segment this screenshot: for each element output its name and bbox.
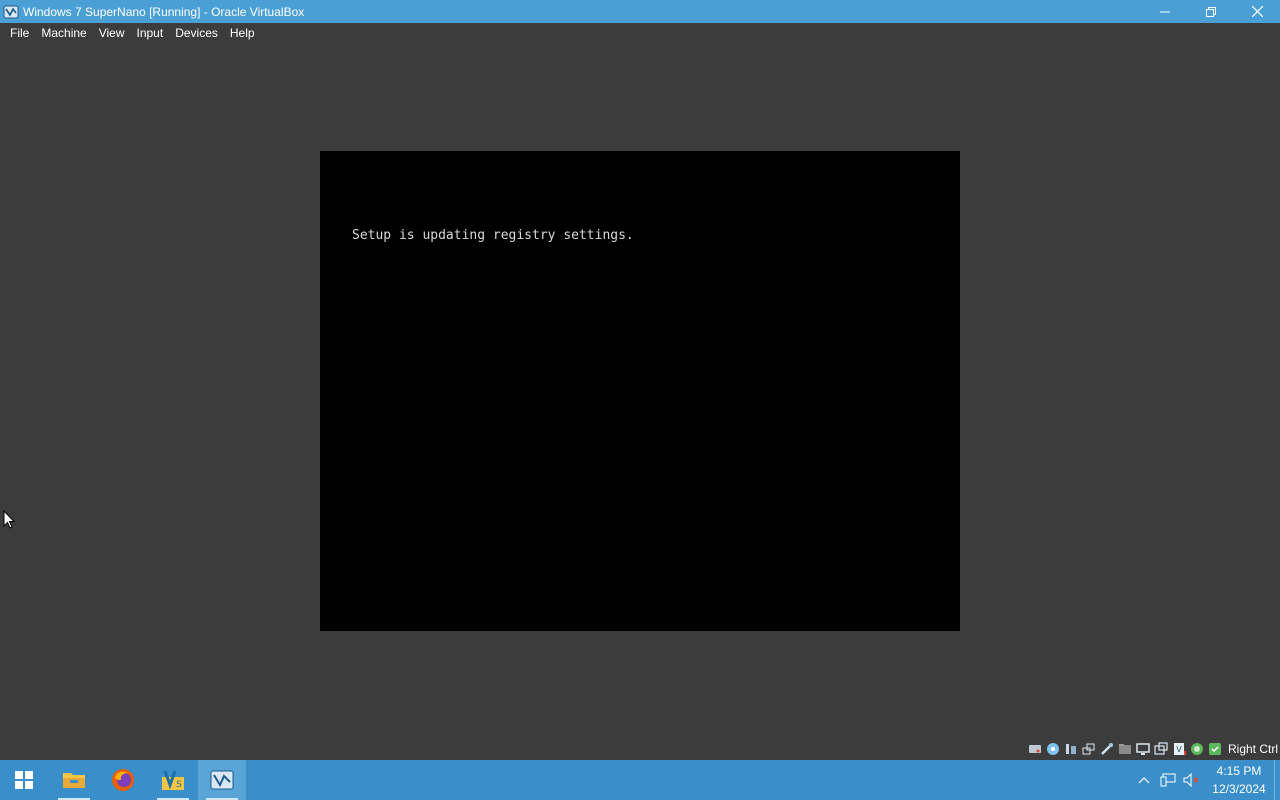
clock-date: 12/3/2024	[1212, 782, 1266, 796]
close-icon	[1251, 6, 1263, 17]
menu-machine[interactable]: Machine	[35, 23, 92, 44]
taskbar-file-explorer[interactable]	[50, 760, 98, 800]
start-button[interactable]	[0, 760, 48, 800]
setup-status-message: Setup is updating registry settings.	[352, 228, 634, 243]
video-capture-icon[interactable]	[1153, 741, 1169, 757]
virtualbox-icon	[3, 4, 19, 20]
menu-devices[interactable]: Devices	[169, 23, 224, 44]
optical-drive-icon[interactable]	[1045, 741, 1061, 757]
taskbar-visual-studio[interactable]: S	[149, 760, 197, 800]
menu-input[interactable]: Input	[131, 23, 170, 44]
hard-disk-icon[interactable]	[1027, 741, 1043, 757]
close-button[interactable]	[1234, 0, 1280, 23]
firefox-icon	[112, 769, 134, 791]
menu-view[interactable]: View	[93, 23, 131, 44]
taskbar: S 4:15 PM 12/3/2024	[0, 760, 1280, 800]
display-icon[interactable]	[1135, 741, 1151, 757]
host-key-label: Right Ctrl	[1227, 742, 1278, 756]
windows-logo-icon	[15, 771, 33, 789]
taskbar-clock[interactable]: 4:15 PM 12/3/2024	[1204, 762, 1274, 798]
show-hidden-icons-chevron[interactable]	[1132, 760, 1156, 800]
usb-icon[interactable]	[1099, 741, 1115, 757]
network-icon[interactable]	[1081, 741, 1097, 757]
menu-help[interactable]: Help	[224, 23, 261, 44]
shared-folders-icon[interactable]	[1117, 741, 1133, 757]
vm-status-bar: V Right Ctrl	[1026, 739, 1280, 759]
restore-icon	[1206, 6, 1216, 17]
svg-text:S: S	[176, 780, 182, 790]
folder-icon	[63, 773, 85, 788]
restore-button[interactable]	[1188, 0, 1234, 23]
window-title-bar[interactable]: Windows 7 SuperNano [Running] - Oracle V…	[0, 0, 1280, 23]
keyboard-icon[interactable]	[1207, 741, 1223, 757]
mouse-integration-icon[interactable]	[1189, 741, 1205, 757]
window-title: Windows 7 SuperNano [Running] - Oracle V…	[23, 4, 305, 19]
volume-muted-icon[interactable]	[1180, 760, 1204, 800]
virtualbox-icon	[210, 770, 234, 790]
audio-icon[interactable]	[1063, 741, 1079, 757]
clock-time: 4:15 PM	[1216, 764, 1262, 778]
vs-icon: S	[162, 770, 184, 790]
menu-file[interactable]: File	[4, 23, 35, 44]
minimize-icon	[1160, 11, 1170, 12]
taskbar-virtualbox[interactable]	[198, 760, 246, 800]
mouse-cursor-icon	[3, 510, 15, 529]
virtualization-icon[interactable]: V	[1171, 741, 1187, 757]
minimize-button[interactable]	[1142, 0, 1188, 23]
svg-text:V: V	[1176, 745, 1182, 754]
vm-display[interactable]: Setup is updating registry settings.	[320, 151, 960, 631]
system-tray: 4:15 PM 12/3/2024	[1132, 760, 1280, 800]
menubar: File Machine View Input Devices Help	[0, 23, 1280, 44]
show-desktop-button[interactable]	[1274, 760, 1280, 800]
network-icon[interactable]	[1156, 760, 1180, 800]
taskbar-firefox[interactable]	[99, 760, 147, 800]
